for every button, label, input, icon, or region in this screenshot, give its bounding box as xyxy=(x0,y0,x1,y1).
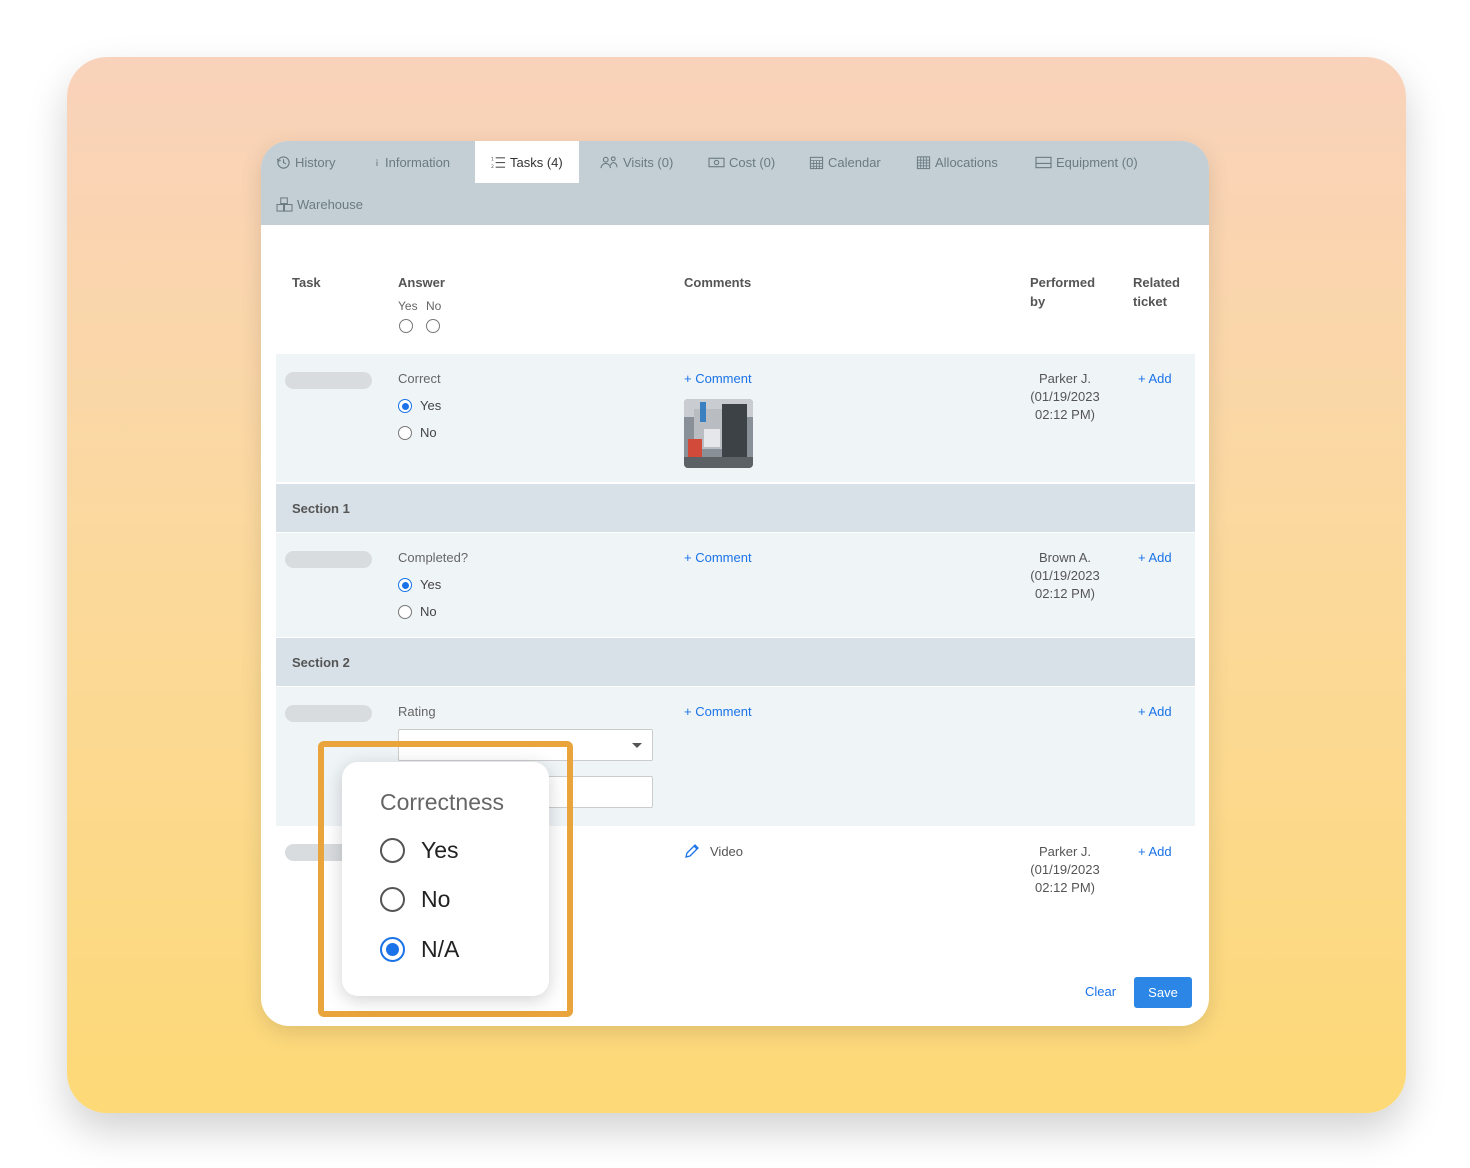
tab-calendar[interactable]: Calendar xyxy=(809,141,881,183)
section-title: Section 2 xyxy=(292,655,350,670)
tab-information[interactable]: Information xyxy=(373,141,450,183)
header-performed-by: Performed by xyxy=(1030,275,1096,309)
bulk-no-radio[interactable] xyxy=(426,319,440,333)
tab-warehouse[interactable]: Warehouse xyxy=(276,183,363,225)
boxes-icon xyxy=(276,196,293,212)
header-answer: Answer xyxy=(398,275,445,290)
performed-by: Parker J. (01/19/2023 02:12 PM) xyxy=(1030,371,1100,422)
tab-label: Allocations xyxy=(935,154,998,170)
tab-cost[interactable]: Cost (0) xyxy=(708,141,775,183)
chevron-down-icon xyxy=(632,743,642,748)
tab-label: History xyxy=(295,154,336,170)
svg-text:1: 1 xyxy=(491,156,494,162)
history-icon xyxy=(276,155,290,169)
header-yes-label: Yes xyxy=(398,299,418,313)
calendar-icon xyxy=(809,156,824,169)
bulk-yes-radio[interactable] xyxy=(399,319,413,333)
task-name-placeholder xyxy=(285,705,372,722)
tab-equipment[interactable]: Equipment (0) xyxy=(1035,141,1138,183)
popup-title: Correctness xyxy=(380,789,504,815)
add-comment-link[interactable]: + Comment xyxy=(684,371,752,386)
header-related-ticket: Related ticket xyxy=(1133,275,1180,309)
tab-label: Information xyxy=(385,154,451,170)
popup-no-label: No xyxy=(421,886,451,912)
equipment-icon xyxy=(1035,156,1052,168)
task-name-placeholder xyxy=(285,551,372,568)
tab-allocations[interactable]: Allocations xyxy=(916,141,998,183)
no-radio[interactable] xyxy=(398,605,412,619)
tab-label: Warehouse xyxy=(297,196,363,212)
task-question: Completed? xyxy=(398,550,469,565)
tab-label: Tasks (4) xyxy=(510,154,563,170)
comment-photo-thumbnail[interactable] xyxy=(684,399,753,468)
tab-bar: History Information 12 Tasks (4) Visits … xyxy=(261,141,1209,225)
no-label: No xyxy=(420,425,437,440)
add-related-ticket-link[interactable]: + Add xyxy=(1138,371,1172,386)
add-related-ticket-link[interactable]: + Add xyxy=(1138,704,1172,719)
add-related-ticket-link[interactable]: + Add xyxy=(1138,550,1172,565)
video-link[interactable]: Video xyxy=(710,844,743,859)
add-comment-link[interactable]: + Comment xyxy=(684,704,752,719)
popup-yes-radio[interactable] xyxy=(380,838,405,863)
task-question: Correct xyxy=(398,371,441,386)
tab-label: Calendar xyxy=(828,154,881,170)
tab-visits[interactable]: Visits (0) xyxy=(600,141,673,183)
add-comment-link[interactable]: + Comment xyxy=(684,550,752,565)
yes-label: Yes xyxy=(420,398,442,413)
header-comments: Comments xyxy=(684,275,752,290)
header-task: Task xyxy=(292,275,321,290)
pencil-icon[interactable] xyxy=(684,843,700,859)
tab-label: Equipment (0) xyxy=(1056,154,1138,170)
section-header: Section 2 xyxy=(276,638,1195,686)
clear-button[interactable]: Clear xyxy=(1085,984,1116,999)
list-ordered-icon: 12 xyxy=(491,156,506,170)
save-button[interactable]: Save xyxy=(1134,977,1192,1008)
no-label: No xyxy=(420,604,437,619)
yes-radio[interactable] xyxy=(398,578,412,592)
correctness-popup: Correctness Yes No N/A xyxy=(342,762,549,996)
header-no-label: No xyxy=(426,299,442,313)
performed-by: Brown A. (01/19/2023 02:12 PM) xyxy=(1030,550,1100,601)
tab-history[interactable]: History xyxy=(276,141,335,183)
yes-radio[interactable] xyxy=(398,399,412,413)
table-row: Completed? Yes No + Comment Brown A. (01… xyxy=(276,533,1195,637)
popup-na-label: N/A xyxy=(421,936,460,962)
section-header: Section 1 xyxy=(276,484,1195,532)
yes-label: Yes xyxy=(420,577,442,592)
svg-text:2: 2 xyxy=(491,164,494,170)
users-icon xyxy=(600,155,618,168)
popup-yes-label: Yes xyxy=(421,837,459,863)
task-question: Rating xyxy=(398,704,436,719)
info-icon xyxy=(376,158,378,166)
money-icon xyxy=(708,157,725,167)
popup-no-radio[interactable] xyxy=(380,887,405,912)
tab-label: Cost (0) xyxy=(729,154,776,170)
no-radio[interactable] xyxy=(398,426,412,440)
tab-tasks[interactable]: 12 Tasks (4) xyxy=(475,141,579,183)
task-name-placeholder xyxy=(285,372,372,389)
section-title: Section 1 xyxy=(292,501,350,516)
popup-na-radio[interactable] xyxy=(380,937,405,962)
tab-label: Visits (0) xyxy=(623,154,674,170)
performed-by: Parker J. (01/19/2023 02:12 PM) xyxy=(1030,844,1100,895)
grid-icon xyxy=(916,155,931,169)
table-row: Correct Yes No + Comment Parker J. (01/1… xyxy=(276,354,1195,482)
add-related-ticket-link[interactable]: + Add xyxy=(1138,844,1172,859)
